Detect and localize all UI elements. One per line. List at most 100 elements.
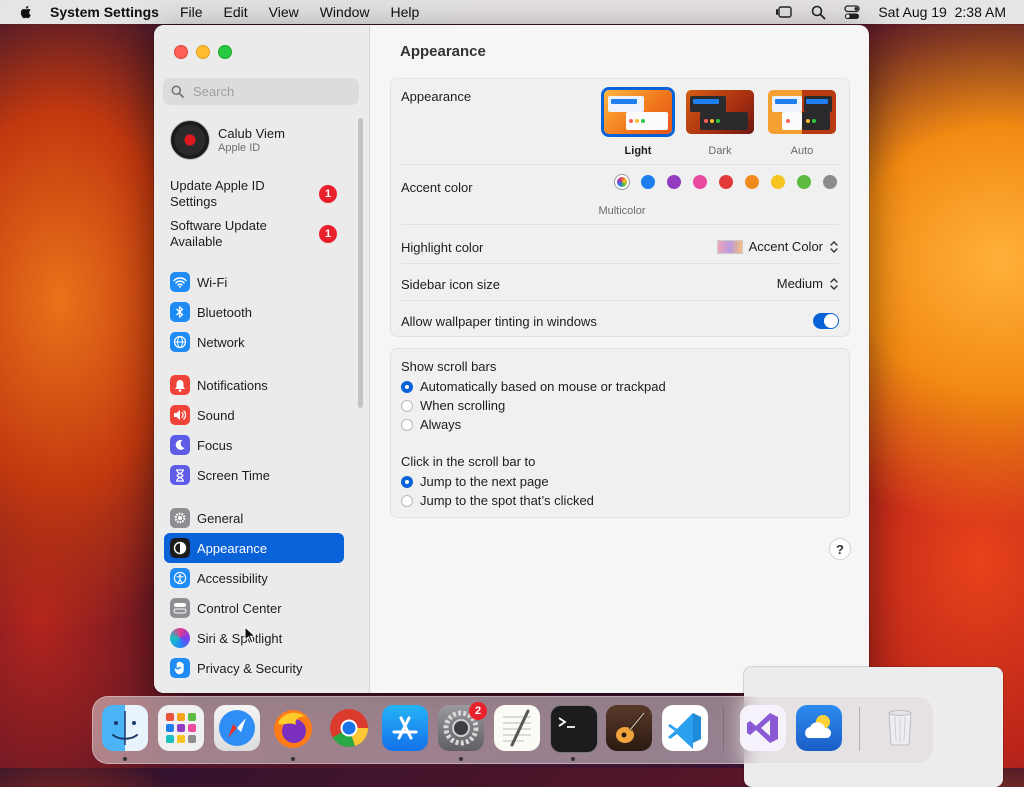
sidebar-scrollbar[interactable]: [358, 118, 363, 408]
window-controls: [174, 45, 232, 59]
scroll-bars-when-scrolling-radio[interactable]: When scrolling: [401, 398, 505, 413]
dock-chrome-icon[interactable]: [326, 705, 372, 751]
minimize-window-button[interactable]: [196, 45, 210, 59]
notice-software-update[interactable]: Software Update Available 1: [170, 218, 360, 250]
dock-launchpad-icon[interactable]: [158, 705, 204, 751]
accent-multicolor-swatch[interactable]: [615, 175, 629, 189]
sidebar-item-label: Accessibility: [197, 570, 268, 586]
sidebar-item-network[interactable]: Network: [164, 327, 344, 357]
dock-garageband-icon[interactable]: [606, 705, 652, 751]
content-pane: Appearance Appearance Light Dark Auto Ac…: [370, 25, 869, 693]
sidebar-item-label: Control Center: [197, 600, 282, 616]
siri-icon: [170, 628, 190, 648]
menu-edit[interactable]: Edit: [224, 4, 248, 20]
sidebar-item-bluetooth[interactable]: Bluetooth: [164, 297, 344, 327]
sidebar-item-control-center[interactable]: Control Center: [164, 593, 344, 623]
account-name: Calub Viem: [218, 126, 285, 141]
menu-app-name[interactable]: System Settings: [50, 4, 159, 20]
highlight-color-popup[interactable]: Accent Color: [716, 239, 839, 254]
appearance-icon: [170, 538, 190, 558]
search-input[interactable]: [191, 83, 355, 100]
sidebar-item-sound[interactable]: Sound: [164, 400, 344, 430]
close-window-button[interactable]: [174, 45, 188, 59]
stage-manager-icon[interactable]: [775, 4, 793, 20]
sidebar-item-accessibility[interactable]: Accessibility: [164, 563, 344, 593]
control-center-menu-icon[interactable]: [844, 4, 860, 20]
radio-dot[interactable]: [401, 475, 413, 488]
dock-vscode-icon[interactable]: [662, 705, 708, 751]
globe-icon: [170, 332, 190, 352]
accent-graphite-swatch[interactable]: [823, 175, 837, 189]
radio-dot[interactable]: [401, 380, 413, 393]
menu-view[interactable]: View: [269, 4, 299, 20]
highlight-color-value: Accent Color: [748, 239, 823, 254]
click-jump-next-page-radio[interactable]: Jump to the next page: [401, 474, 549, 489]
appearance-dark-option[interactable]: [686, 90, 754, 134]
dock-finder-icon[interactable]: [102, 705, 148, 751]
accent-red-swatch[interactable]: [719, 175, 733, 189]
menu-file[interactable]: File: [180, 4, 203, 20]
click-scroll-bar-label: Click in the scroll bar to: [401, 454, 536, 469]
bell-icon: [170, 375, 190, 395]
sidebar-item-focus[interactable]: Focus: [164, 430, 344, 460]
sidebar-item-wifi[interactable]: Wi-Fi: [164, 267, 344, 297]
notice-label: Update Apple ID Settings: [170, 178, 265, 209]
wallpaper-tinting-toggle[interactable]: [813, 313, 839, 329]
notice-badge: 1: [319, 225, 337, 243]
dock-textedit-icon[interactable]: [494, 705, 540, 751]
apple-logo-icon[interactable]: [18, 4, 34, 20]
dock-trash-icon[interactable]: [877, 705, 923, 751]
divider: [401, 300, 839, 301]
accent-orange-swatch[interactable]: [745, 175, 759, 189]
avatar: [170, 120, 210, 160]
dock-weather-icon[interactable]: [796, 705, 842, 751]
radio-dot[interactable]: [401, 494, 413, 507]
sidebar-item-label: Appearance: [197, 540, 268, 556]
radio-label: Jump to the spot that’s clicked: [420, 493, 594, 508]
control-center-icon: [170, 598, 190, 618]
apple-id-account[interactable]: Calub Viem Apple ID: [170, 120, 285, 160]
appearance-auto-option[interactable]: [768, 90, 836, 134]
sidebar-item-screen-time[interactable]: Screen Time: [164, 460, 344, 490]
accent-pink-swatch[interactable]: [693, 175, 707, 189]
dock-running-indicator: [459, 757, 463, 761]
radio-label: When scrolling: [420, 398, 506, 413]
moon-icon: [170, 435, 190, 455]
menu-window[interactable]: Window: [320, 4, 370, 20]
sidebar-icon-size-label: Sidebar icon size: [401, 277, 500, 292]
zoom-window-button[interactable]: [218, 45, 232, 59]
accent-selected-caption: Multicolor: [598, 205, 646, 217]
search-field[interactable]: [163, 78, 359, 105]
sidebar-item-label: Sound: [197, 407, 235, 423]
scroll-bars-auto-radio[interactable]: Automatically based on mouse or trackpad: [401, 379, 666, 394]
dock-terminal-icon[interactable]: [550, 705, 598, 753]
radio-dot[interactable]: [401, 418, 413, 431]
accent-green-swatch[interactable]: [797, 175, 811, 189]
notice-badge: 1: [319, 185, 337, 203]
spotlight-search-icon[interactable]: [811, 5, 826, 20]
radio-label: Always: [420, 417, 462, 432]
sidebar-item-appearance[interactable]: Appearance: [164, 533, 344, 563]
menu-clock[interactable]: Sat Aug 19 2:38 AM: [878, 4, 1006, 20]
sidebar-icon-size-popup[interactable]: Medium: [777, 276, 839, 291]
dock-firefox-icon[interactable]: [270, 705, 316, 751]
sidebar-item-notifications[interactable]: Notifications: [164, 370, 344, 400]
help-button[interactable]: ?: [829, 538, 851, 560]
radio-dot[interactable]: [401, 399, 413, 412]
divider: [401, 224, 839, 225]
accent-purple-swatch[interactable]: [667, 175, 681, 189]
click-jump-spot-radio[interactable]: Jump to the spot that’s clicked: [401, 493, 594, 508]
dock-visual-studio-icon[interactable]: [740, 705, 786, 751]
appearance-light-option[interactable]: [604, 90, 672, 134]
menu-help[interactable]: Help: [391, 4, 420, 20]
scroll-bars-always-radio[interactable]: Always: [401, 417, 461, 432]
sidebar-item-privacy-security[interactable]: Privacy & Security: [164, 653, 344, 683]
accent-yellow-swatch[interactable]: [771, 175, 785, 189]
accent-blue-swatch[interactable]: [641, 175, 655, 189]
dock-safari-icon[interactable]: [214, 705, 260, 751]
dock-app-store-icon[interactable]: [382, 705, 428, 751]
hand-icon: [170, 658, 190, 678]
sidebar-item-general[interactable]: General: [164, 503, 344, 533]
notice-update-apple-id[interactable]: Update Apple ID Settings 1: [170, 178, 360, 210]
radio-label: Jump to the next page: [420, 474, 549, 489]
